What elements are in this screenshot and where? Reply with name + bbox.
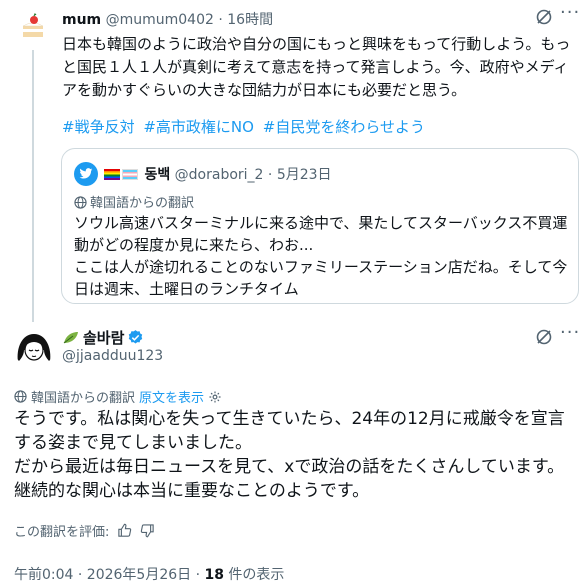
quoted-text: ソウル高速バスターミナルに来る途中で、果たしてスターバックス不買運動がどの程度か…	[74, 212, 570, 300]
tweet-meta: 午前0:04 · 2026年5月26日 · 18 件の表示	[14, 564, 284, 584]
reply-time[interactable]: 16時間	[227, 12, 273, 28]
thread-line	[32, 50, 34, 322]
more-options-button[interactable]: ···	[560, 2, 580, 23]
main-text-line: そうです。私は関心を失って生きていたら、24年の12月に戒厳令を宣言する姿まで見…	[14, 409, 565, 453]
main-handle[interactable]: @jjaadduu123	[62, 348, 163, 364]
thumbs-up-icon[interactable]	[117, 523, 132, 538]
globe-icon	[14, 390, 27, 403]
leaf-icon	[63, 331, 78, 343]
reply-handle[interactable]: @mumum0402	[106, 12, 214, 28]
main-display-name[interactable]: 솔바람	[83, 327, 124, 348]
bird-icon	[79, 168, 93, 179]
views-count[interactable]: 18	[205, 567, 224, 583]
quoted-header: 동백 @dorabori_2 · 5月23日	[104, 164, 332, 184]
reply-header: mum @mumum0402 · 16時間	[62, 9, 273, 29]
avatar-mum[interactable]	[14, 8, 52, 46]
reply-separator: ·	[218, 12, 223, 28]
translation-row: 韓国語からの翻訳 原文を表示	[14, 387, 222, 406]
translation-label: 韓国語からの翻訳	[31, 391, 136, 406]
show-original-link[interactable]: 原文を表示	[139, 387, 204, 406]
hashtag-row: #戦争反対 #高市政権にNO #自民党を終わらせよう	[62, 117, 429, 137]
character-avatar-icon	[17, 334, 51, 362]
globe-icon	[74, 196, 87, 209]
quoted-translation-text: 韓国語からの翻訳	[90, 196, 195, 211]
quoted-separator: ·	[267, 167, 273, 183]
timestamp[interactable]: 午前0:04 · 2026年5月26日 ·	[14, 567, 205, 583]
quoted-date[interactable]: 5月23日	[277, 167, 332, 183]
quoted-text-line: ソウル高速バスターミナルに来る途中で、果たしてスターバックス不買運動がどの程度か…	[74, 214, 568, 254]
quoted-handle[interactable]: @dorabori_2	[175, 167, 264, 183]
rainbow-flag-icon	[104, 169, 120, 180]
quoted-tweet-card[interactable]: 동백 @dorabori_2 · 5月23日 韓国語からの翻訳 ソウル高速バスタ…	[61, 148, 579, 304]
trans-flag-icon	[122, 169, 138, 180]
rate-translation-row: この翻訳を評価:	[14, 521, 155, 540]
verified-badge-icon	[129, 330, 143, 344]
gear-icon[interactable]	[208, 390, 222, 404]
main-text-line: だから最近は毎日ニュースを見て、xで政治の話をたくさんしています。継続的な関心は…	[14, 457, 565, 501]
main-tweet-text: そうです。私は関心を失って生きていたら、24年の12月に戒厳令を宣言する姿まで見…	[14, 407, 579, 503]
hashtag-link[interactable]: #戦争反対	[62, 118, 135, 136]
grok-icon[interactable]	[535, 8, 553, 30]
reply-display-name[interactable]: mum	[62, 12, 101, 28]
views-label: 件の表示	[223, 567, 285, 583]
main-name-row: 솔바람	[62, 327, 144, 348]
avatar-solbaram[interactable]	[14, 328, 54, 368]
grok-icon[interactable]	[535, 328, 553, 350]
quoted-display-name[interactable]: 동백	[144, 167, 170, 183]
hashtag-link[interactable]: #高市政権にNO	[143, 118, 254, 136]
thumbs-down-icon[interactable]	[140, 523, 155, 538]
reply-text: 日本も韓国のように政治や自分の国にもっと興味をもって行動しよう。もっと国民１人１…	[62, 35, 571, 99]
quoted-translation-label: 韓国語からの翻訳	[74, 192, 194, 211]
more-options-button[interactable]: ···	[560, 322, 580, 343]
quoted-text-line: ここは人が途切れることのないファミリーステーション店だね。そして今日は週末、土曜…	[74, 258, 568, 298]
quoted-avatar[interactable]	[74, 162, 98, 186]
hashtag-link[interactable]: #自民党を終わらせよう	[263, 118, 425, 136]
cake-avatar-icon	[22, 12, 44, 37]
rate-translation-label: この翻訳を評価:	[14, 525, 110, 540]
